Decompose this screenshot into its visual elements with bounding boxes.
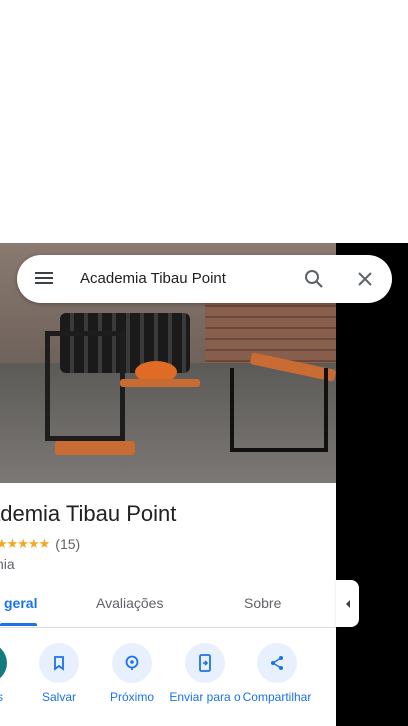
share-button[interactable]: Compartilhar xyxy=(241,643,313,704)
active-tab-indicator xyxy=(0,623,37,626)
send-to-phone-icon xyxy=(185,643,225,683)
nearby-icon xyxy=(112,643,152,683)
tab-reviews[interactable]: Avaliações xyxy=(96,595,163,611)
place-tabs: geral Avaliações Sobre xyxy=(0,580,336,628)
photo-bench xyxy=(55,441,135,455)
place-panel: ademia Tibau Point ★★★★★ (15) nia geral … xyxy=(0,243,336,726)
map-area[interactable] xyxy=(336,243,408,726)
tab-about[interactable]: Sobre xyxy=(244,595,281,611)
search-icon[interactable] xyxy=(303,268,325,290)
save-label: Salvar xyxy=(41,690,76,704)
close-icon[interactable] xyxy=(354,268,376,290)
rating-stars: ★★★★★ xyxy=(0,536,50,551)
share-label: Compartilhar xyxy=(242,690,312,704)
photo-bench xyxy=(120,379,200,387)
menu-icon[interactable] xyxy=(33,269,55,289)
chevron-left-icon xyxy=(345,599,350,608)
nearby-label: Próximo xyxy=(109,690,154,704)
collapse-panel-button[interactable] xyxy=(336,580,359,627)
place-title: ademia Tibau Point xyxy=(0,501,177,526)
directions-label: s xyxy=(0,690,3,704)
photo-machine xyxy=(45,331,125,441)
send-to-phone-button[interactable]: Enviar para o xyxy=(169,643,241,704)
directions-button[interactable] xyxy=(0,643,7,683)
rating-row[interactable]: ★★★★★ (15) xyxy=(0,536,80,552)
save-button[interactable]: Salvar xyxy=(23,643,95,704)
search-input[interactable]: Academia Tibau Point xyxy=(80,270,226,287)
map-top-area xyxy=(0,0,408,243)
rating-count[interactable]: (15) xyxy=(55,536,80,552)
bookmark-icon xyxy=(39,643,79,683)
tab-overview[interactable]: geral xyxy=(4,595,37,611)
nearby-button[interactable]: Próximo xyxy=(96,643,168,704)
place-category[interactable]: nia xyxy=(0,556,15,572)
photo-frame xyxy=(230,368,328,452)
share-icon xyxy=(257,643,297,683)
send-label: Enviar para o xyxy=(169,690,241,704)
search-bar[interactable]: Academia Tibau Point xyxy=(17,255,392,303)
